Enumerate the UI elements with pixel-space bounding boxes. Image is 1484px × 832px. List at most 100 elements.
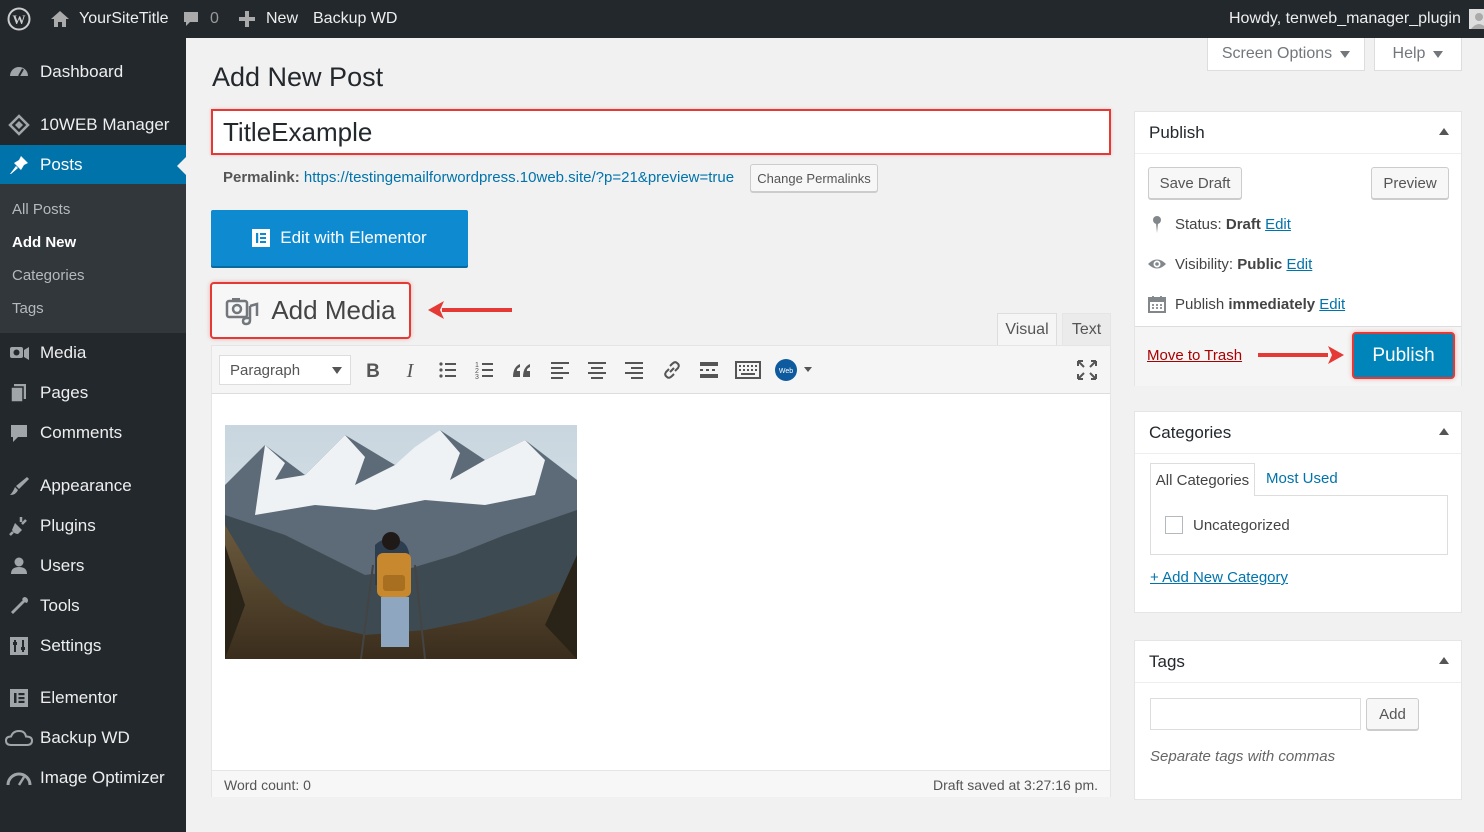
submenu-categories[interactable]: Categories: [12, 267, 85, 284]
category-checkbox[interactable]: [1165, 516, 1183, 534]
annotation-arrow-right: [1258, 346, 1344, 364]
menu-media[interactable]: Media: [0, 333, 186, 373]
web-plugin-icon[interactable]: Web: [773, 359, 817, 381]
align-center-icon[interactable]: [586, 359, 608, 381]
tab-visual[interactable]: Visual: [997, 313, 1057, 346]
avatar: [1468, 9, 1484, 29]
edit-with-elementor-button[interactable]: Edit with Elementor: [211, 210, 468, 266]
menu-elementor[interactable]: Elementor: [0, 678, 186, 718]
menu-dashboard[interactable]: Dashboard: [0, 52, 186, 92]
menu-comments[interactable]: Comments: [0, 413, 186, 453]
menu-posts[interactable]: Posts: [0, 145, 186, 185]
visibility-row: Visibility: Public Edit: [1147, 254, 1312, 274]
bold-icon[interactable]: B: [362, 359, 384, 381]
category-label: Uncategorized: [1193, 516, 1290, 534]
align-right-icon[interactable]: [623, 359, 645, 381]
tab-all-categories[interactable]: All Categories: [1150, 463, 1255, 496]
pin-location-icon: [1153, 216, 1161, 233]
collapse-arrow-icon[interactable]: [1439, 657, 1449, 664]
status-label: Status:: [1175, 215, 1222, 233]
post-image[interactable]: [225, 425, 577, 659]
editor-status-bar: Word count: 0 Draft saved at 3:27:16 pm.: [212, 770, 1110, 797]
plug-icon: [9, 517, 27, 536]
bullet-list-icon[interactable]: [437, 359, 459, 381]
backup-wd-link[interactable]: Backup WD: [313, 0, 397, 38]
link-icon[interactable]: [661, 359, 683, 381]
save-draft-button[interactable]: Save Draft: [1148, 167, 1242, 199]
align-left-icon[interactable]: [549, 359, 571, 381]
editor-toolbar: Paragraph B I 123 Web: [212, 346, 1110, 394]
post-title-input[interactable]: [211, 109, 1111, 155]
edit-visibility-link[interactable]: Edit: [1286, 256, 1312, 273]
menu-backup-wd-label: Backup WD: [40, 728, 130, 747]
visibility-value: Public: [1237, 255, 1283, 273]
add-media-button[interactable]: Add Media: [210, 282, 411, 339]
submenu-all-posts[interactable]: All Posts: [12, 201, 70, 218]
edit-status-link[interactable]: Edit: [1265, 216, 1291, 233]
user-account-menu[interactable]: Howdy, tenweb_manager_plugin: [1229, 0, 1484, 38]
italic-icon[interactable]: I: [399, 359, 421, 381]
collapse-arrow-icon[interactable]: [1439, 128, 1449, 135]
edit-schedule-link[interactable]: Edit: [1319, 296, 1345, 313]
tags-box-header[interactable]: Tags: [1135, 641, 1461, 683]
format-select[interactable]: Paragraph: [219, 355, 351, 385]
menu-image-optimizer[interactable]: Image Optimizer: [0, 758, 186, 798]
svg-text:B: B: [366, 361, 380, 381]
blockquote-icon[interactable]: [511, 359, 533, 381]
menu-image-optimizer-label: Image Optimizer: [40, 768, 165, 787]
current-menu-arrow: [177, 157, 186, 175]
visibility-label: Visibility:: [1175, 255, 1234, 273]
site-name-link[interactable]: YourSiteTitle: [50, 0, 169, 38]
submenu-add-new[interactable]: Add New: [12, 234, 76, 251]
new-label: New: [266, 10, 299, 27]
menu-10web-manager[interactable]: 10WEB Manager: [0, 105, 186, 145]
comment-icon: [11, 425, 27, 442]
brush-icon: [10, 477, 29, 495]
publish-button[interactable]: Publish: [1352, 332, 1455, 379]
toolbar-toggle-icon[interactable]: [735, 359, 761, 381]
collapse-arrow-icon[interactable]: [1439, 428, 1449, 435]
menu-users[interactable]: Users: [0, 546, 186, 586]
category-list: Uncategorized: [1150, 495, 1448, 555]
cloud-icon: [4, 729, 34, 746]
publish-box-title: Publish: [1149, 122, 1205, 142]
new-content-link[interactable]: New: [238, 0, 298, 38]
tab-most-used[interactable]: Most Used: [1266, 470, 1338, 487]
tags-box: Tags Add Separate tags with commas: [1134, 640, 1462, 800]
add-tag-button[interactable]: Add: [1366, 698, 1419, 730]
caret-down-icon: [1340, 50, 1351, 58]
submenu-tags[interactable]: Tags: [12, 300, 44, 317]
publish-schedule-value: immediately: [1228, 295, 1316, 313]
menu-backup-wd[interactable]: Backup WD: [0, 718, 186, 758]
menu-settings[interactable]: Settings: [0, 626, 186, 666]
posts-submenu: All Posts Add New Categories Tags: [0, 184, 186, 333]
numbered-list-icon[interactable]: 123: [474, 359, 496, 381]
menu-appearance[interactable]: Appearance: [0, 466, 186, 506]
help-button[interactable]: Help: [1374, 38, 1462, 71]
read-more-icon[interactable]: [698, 359, 720, 381]
wordpress-logo-icon[interactable]: W: [7, 0, 31, 38]
fullscreen-icon[interactable]: [1076, 359, 1098, 381]
comments-link[interactable]: 0: [182, 0, 219, 38]
menu-pages[interactable]: Pages: [0, 373, 186, 413]
site-title: YourSiteTitle: [79, 10, 169, 27]
add-new-category-link[interactable]: + Add New Category: [1150, 569, 1288, 586]
tag-input[interactable]: [1150, 698, 1361, 730]
change-permalinks-button[interactable]: Change Permalinks: [750, 164, 878, 192]
preview-button[interactable]: Preview: [1371, 167, 1449, 199]
wrench-icon: [11, 597, 28, 614]
permalink-url-link[interactable]: https://testingemailforwordpress.10web.s…: [304, 169, 734, 186]
add-media-icon: [226, 297, 259, 325]
categories-box-header[interactable]: Categories: [1135, 412, 1461, 454]
menu-tools[interactable]: Tools: [0, 586, 186, 626]
tab-text[interactable]: Text: [1062, 313, 1111, 346]
menu-plugins[interactable]: Plugins: [0, 506, 186, 546]
user-greeting: Howdy, tenweb_manager_plugin: [1229, 10, 1461, 27]
comment-icon: [184, 12, 198, 26]
move-to-trash-link[interactable]: Move to Trash: [1147, 347, 1242, 364]
screen-options-button[interactable]: Screen Options: [1207, 38, 1365, 71]
draft-saved-status: Draft saved at 3:27:16 pm.: [933, 777, 1098, 793]
publish-box-header[interactable]: Publish: [1135, 112, 1461, 154]
media-icon: [10, 347, 29, 360]
menu-dashboard-label: Dashboard: [40, 62, 124, 81]
